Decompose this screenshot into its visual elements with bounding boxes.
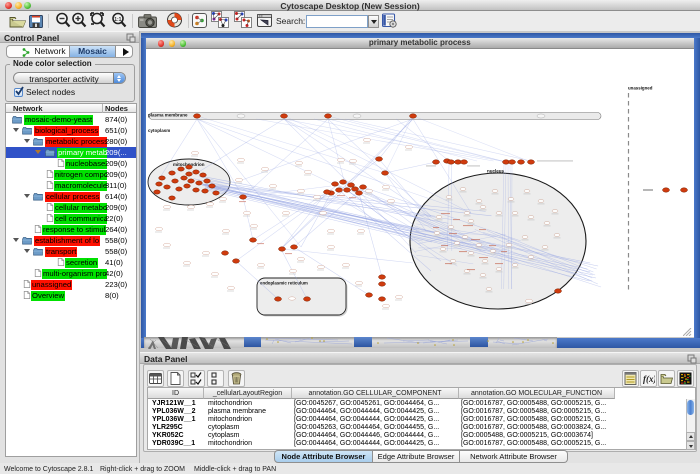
svg-text:cytoplasm: cytoplasm — [148, 128, 170, 133]
svg-text:f(x): f(x) — [643, 374, 655, 384]
svg-text:endoplasmic reticulum: endoplasmic reticulum — [260, 280, 308, 285]
svg-text:1:1: 1:1 — [114, 17, 121, 23]
svg-text:unassigned: unassigned — [628, 85, 653, 90]
svg-text:nucleus: nucleus — [487, 168, 505, 173]
svg-text:plasma membrane: plasma membrane — [148, 112, 188, 117]
